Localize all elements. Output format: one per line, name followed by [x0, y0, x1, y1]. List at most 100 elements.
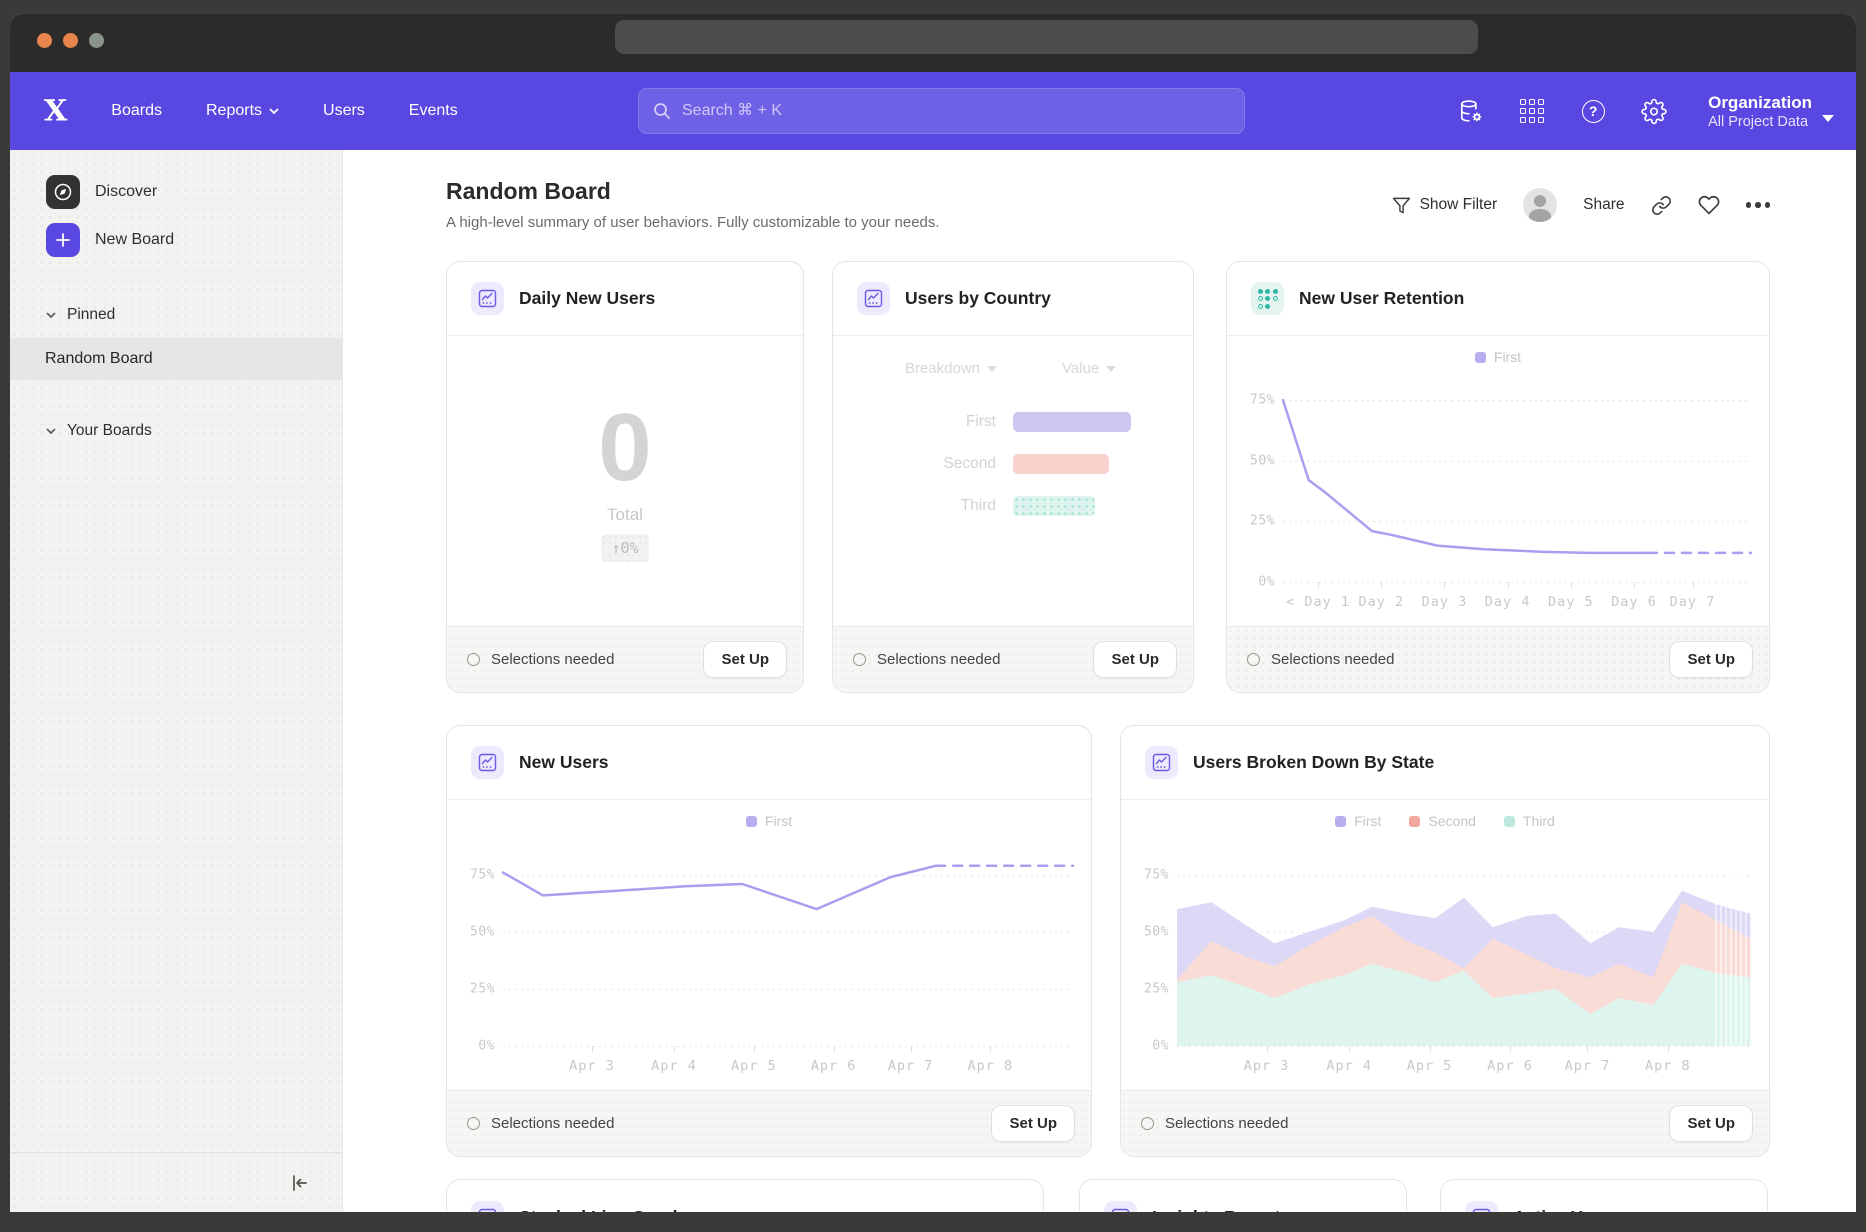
nav-item-reports[interactable]: Reports — [206, 102, 279, 120]
sidebar-section-label: Pinned — [67, 306, 115, 324]
show-filter-button[interactable]: Show Filter — [1392, 196, 1498, 215]
gridline — [1283, 582, 1751, 583]
page-title: Random Board — [446, 178, 940, 205]
x-axis-label: Day 6 — [1611, 594, 1657, 610]
set-up-button[interactable]: Set Up — [1093, 641, 1177, 678]
sidebar-section-your-boards[interactable]: Your Boards — [46, 414, 342, 448]
y-axis-label: 0% — [1125, 1039, 1169, 1054]
status-label: Selections needed — [877, 651, 1000, 668]
y-axis-label: 0% — [1231, 575, 1275, 590]
x-axis-tick — [1430, 1046, 1431, 1052]
y-axis-label: 25% — [1231, 514, 1275, 529]
insights-chart-icon — [471, 282, 504, 315]
sidebar-item-discover[interactable]: Discover — [46, 168, 342, 216]
avatar[interactable] — [1523, 188, 1557, 222]
y-axis-label: 50% — [1231, 453, 1275, 468]
legend-item[interactable]: First — [1475, 349, 1521, 365]
chevron-down-icon — [46, 312, 56, 318]
legend-item[interactable]: First — [746, 813, 792, 829]
page-subtitle: A high-level summary of user behaviors. … — [446, 214, 940, 231]
nav-item-label: Boards — [111, 102, 162, 120]
metric-label: Total — [607, 505, 643, 525]
search-bar[interactable] — [638, 88, 1245, 134]
x-axis-label: Apr 3 — [1244, 1058, 1290, 1074]
legend-item[interactable]: Second — [1409, 813, 1475, 829]
sidebar-item-label: Random Board — [45, 350, 153, 368]
set-up-button[interactable]: Set Up — [991, 1105, 1075, 1142]
x-axis-tick — [1587, 1046, 1588, 1052]
card-title: Daily New Users — [519, 288, 655, 309]
x-axis-tick — [1349, 1046, 1350, 1052]
row-bar — [1013, 412, 1131, 432]
value-dropdown[interactable]: Value — [1062, 360, 1116, 377]
share-button[interactable]: Share — [1583, 196, 1624, 214]
x-axis-tick — [1381, 582, 1382, 588]
insights-chart-icon — [1465, 1201, 1498, 1213]
x-axis-label: Apr 6 — [811, 1058, 857, 1074]
screen: X Boards Reports Users Events — [0, 0, 1866, 1232]
heart-icon[interactable] — [1698, 194, 1720, 216]
gridline — [503, 1046, 1073, 1047]
set-up-button[interactable]: Set Up — [1669, 1105, 1753, 1142]
main-content: Random Board A high-level summary of use… — [343, 150, 1856, 1212]
legend-swatch-icon — [1335, 816, 1346, 827]
status-label: Selections needed — [491, 651, 614, 668]
nav-item-boards[interactable]: Boards — [111, 102, 162, 120]
set-up-button[interactable]: Set Up — [1669, 641, 1753, 678]
set-up-button[interactable]: Set Up — [703, 641, 787, 678]
x-axis-tick — [834, 1046, 835, 1052]
x-axis-tick — [1668, 1046, 1669, 1052]
legend-label: First — [765, 813, 792, 829]
x-axis-label: Apr 8 — [1645, 1058, 1691, 1074]
gridline — [1177, 1046, 1751, 1047]
insights-chart-icon — [471, 1201, 504, 1213]
y-axis-label: 75% — [1231, 393, 1275, 408]
card-title: New User Retention — [1299, 288, 1464, 309]
minimize-window-button[interactable] — [63, 33, 78, 48]
gear-icon[interactable] — [1641, 98, 1667, 124]
country-row: Third — [833, 496, 1193, 516]
search-input[interactable] — [682, 102, 1230, 120]
insights-chart-icon — [471, 746, 504, 779]
link-icon[interactable] — [1651, 195, 1672, 216]
y-axis-label: 25% — [1125, 981, 1169, 996]
legend-label: Third — [1523, 813, 1555, 829]
x-axis-tick — [1444, 582, 1445, 588]
card-status: Selections needed — [467, 1115, 614, 1132]
sidebar-item-new-board[interactable]: New Board — [46, 216, 342, 264]
metric-value: 0 — [598, 400, 651, 496]
traffic-lights[interactable] — [37, 33, 104, 48]
legend-item[interactable]: Third — [1504, 813, 1555, 829]
close-window-button[interactable] — [37, 33, 52, 48]
zoom-window-button[interactable] — [89, 33, 104, 48]
sidebar: Discover New Board Pinned Random Board — [10, 150, 343, 1212]
sidebar-section-label: Your Boards — [67, 422, 152, 440]
collapse-sidebar-icon[interactable] — [290, 1173, 310, 1193]
forecast-overlay — [1715, 852, 1751, 1046]
more-options-icon[interactable] — [1746, 202, 1771, 208]
x-axis-label: Apr 5 — [1407, 1058, 1453, 1074]
retention-line-chart: First75%50%25%0%< Day 1Day 2Day 3Day 4Da… — [1227, 336, 1769, 626]
mixpanel-logo[interactable]: X — [44, 94, 67, 127]
nav-item-events[interactable]: Events — [409, 102, 458, 120]
x-axis-label: Day 2 — [1358, 594, 1404, 610]
breakdown-dropdown[interactable]: Breakdown — [847, 360, 997, 377]
x-axis-label: Day 3 — [1422, 594, 1468, 610]
help-icon[interactable]: ? — [1580, 98, 1606, 124]
row-label: Third — [833, 497, 996, 515]
legend-item[interactable]: First — [1335, 813, 1381, 829]
card-status: Selections needed — [853, 651, 1000, 668]
chevron-down-icon — [46, 428, 56, 434]
sidebar-item-random-board[interactable]: Random Board — [10, 338, 342, 380]
nav-right-icons: ? Organization All Project Data — [1458, 92, 1834, 129]
chart-legend: First Second Third — [1121, 813, 1769, 829]
search-icon — [653, 102, 671, 120]
x-axis-label: Day 5 — [1548, 594, 1594, 610]
apps-grid-icon[interactable] — [1519, 98, 1545, 124]
status-circle-icon — [467, 1117, 480, 1130]
sidebar-section-pinned[interactable]: Pinned — [46, 298, 342, 332]
address-bar[interactable] — [615, 20, 1478, 54]
nav-item-users[interactable]: Users — [323, 102, 365, 120]
org-switcher[interactable]: Organization All Project Data — [1708, 92, 1834, 129]
data-management-icon[interactable] — [1458, 98, 1484, 124]
